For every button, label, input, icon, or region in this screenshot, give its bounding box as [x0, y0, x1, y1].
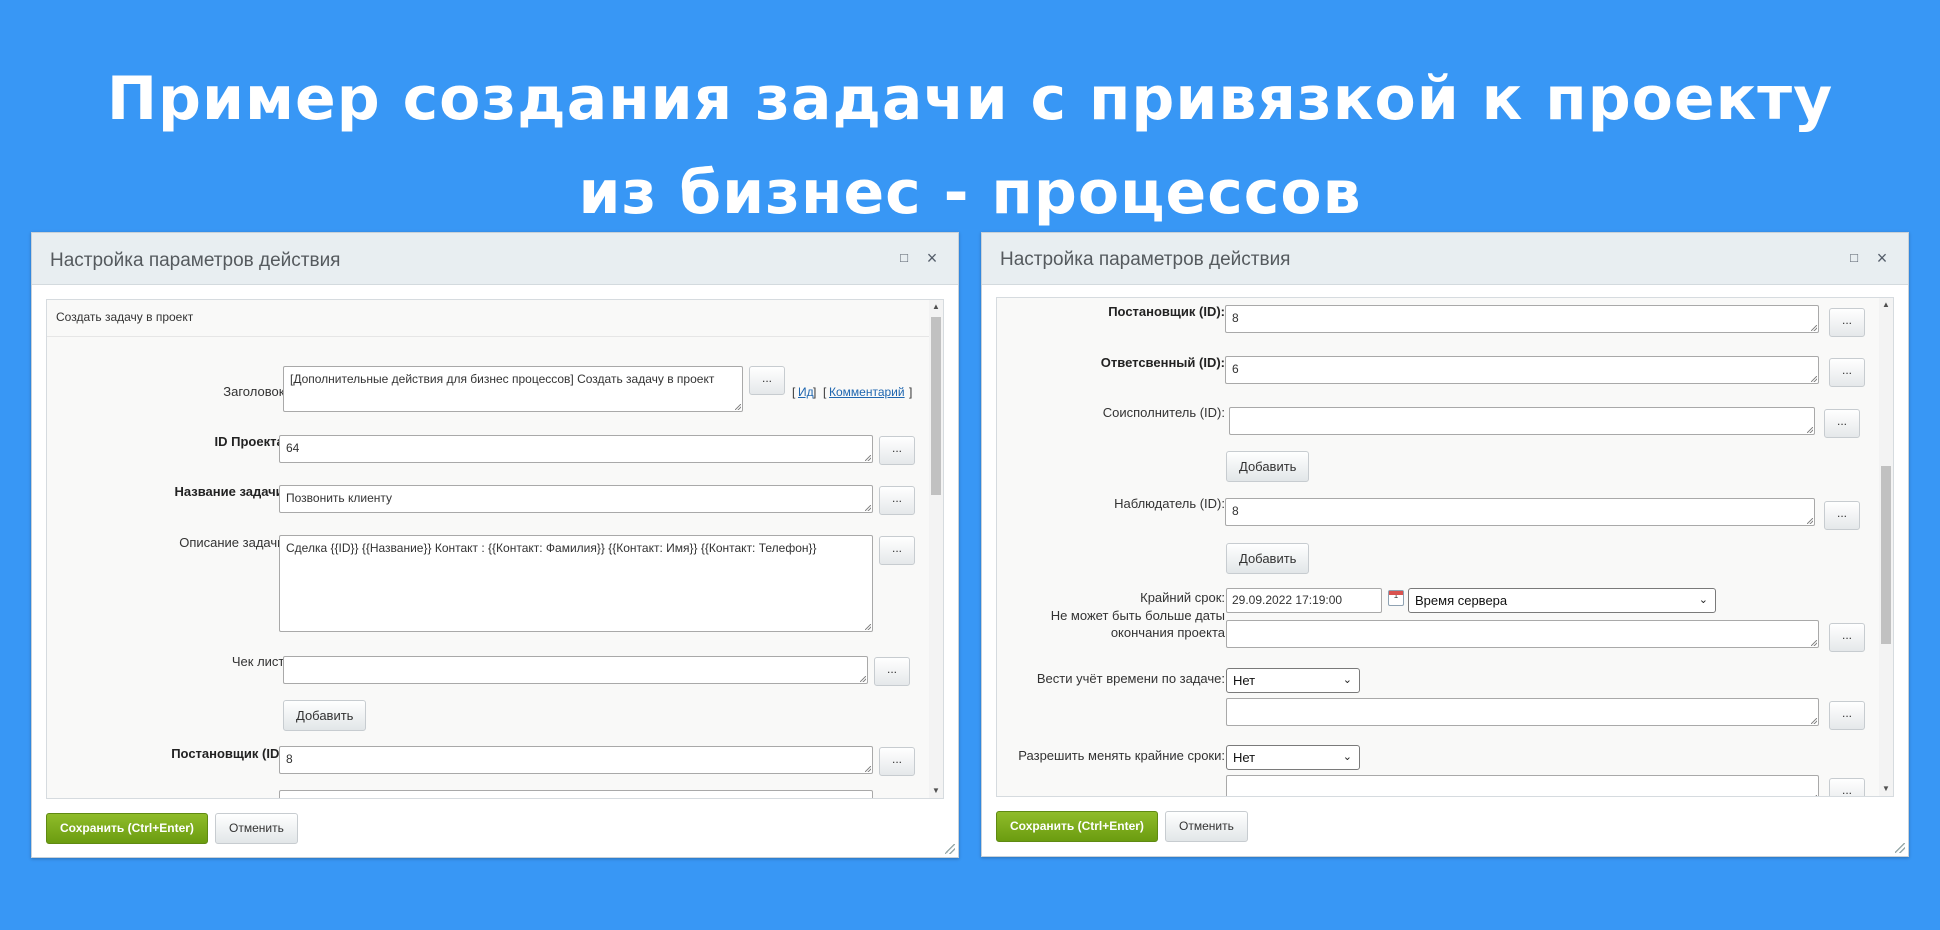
- bracket-open: [: [823, 385, 827, 399]
- chevron-down-icon: ⌄: [1342, 674, 1352, 686]
- dialog-footer: Сохранить (Ctrl+Enter) Отменить: [32, 799, 958, 857]
- timezone-select-value: Время сервера: [1415, 593, 1508, 608]
- checklist-insert-button[interactable]: ...: [874, 657, 910, 686]
- deadline-note-line-2: окончания проекта: [1110, 625, 1225, 640]
- scroll-up-icon[interactable]: ▲: [929, 300, 943, 314]
- time-tracking-insert-button[interactable]: ...: [1829, 701, 1865, 730]
- creator-field[interactable]: 8: [1225, 305, 1819, 333]
- banner-title-line-1: Пример создания задачи с привязкой к про…: [106, 64, 1834, 134]
- creator-insert-button[interactable]: ...: [879, 747, 915, 776]
- dialog-title: Настройка параметров действия: [50, 250, 341, 271]
- allow-change-deadline-expression-field[interactable]: [1226, 775, 1819, 796]
- deadline-date-field[interactable]: 29.09.2022 17:19:00: [1226, 588, 1382, 613]
- id-link[interactable]: Ид: [798, 385, 814, 399]
- deadline-label: Крайний срок:: [1140, 590, 1225, 605]
- coexecutor-insert-button[interactable]: ...: [1824, 409, 1860, 438]
- coexecutor-add-button[interactable]: Добавить: [1226, 451, 1310, 482]
- task-name-label: Название задачи:: [174, 484, 288, 499]
- responsible-insert-button[interactable]: ...: [1829, 358, 1865, 387]
- observer-insert-button[interactable]: ...: [1824, 501, 1860, 530]
- title-insert-button[interactable]: ...: [749, 366, 785, 395]
- cancel-button[interactable]: Отменить: [1165, 811, 1248, 842]
- dialog-footer: Сохранить (Ctrl+Enter) Отменить: [982, 799, 1908, 856]
- dialog-body: Создать задачу в проект Заголовок: [Допо…: [46, 299, 944, 799]
- creator-label: Постановщик (ID):: [1108, 304, 1225, 319]
- allow-change-deadline-select-value: Нет: [1233, 750, 1256, 765]
- section-title: Создать задачу в проект: [56, 310, 194, 324]
- cancel-button[interactable]: Отменить: [215, 813, 298, 844]
- chevron-down-icon: ⌄: [1698, 594, 1708, 606]
- allow-change-deadline-insert-button[interactable]: ...: [1829, 778, 1865, 796]
- title-label: Заголовок:: [223, 384, 288, 399]
- save-button[interactable]: Сохранить (Ctrl+Enter): [996, 811, 1158, 842]
- banner-title: Пример создания задачи с привязкой к про…: [0, 52, 1940, 240]
- allow-change-deadline-select[interactable]: Нет ⌄: [1226, 745, 1360, 770]
- description-insert-button[interactable]: ...: [879, 536, 915, 565]
- creator-insert-button[interactable]: ...: [1829, 308, 1865, 337]
- checklist-field[interactable]: [283, 656, 868, 684]
- time-tracking-select[interactable]: Нет ⌄: [1226, 668, 1360, 693]
- dialog-body: Постановщик (ID): 8 ... Ответсвенный (ID…: [996, 297, 1894, 797]
- bracket-close: ]: [813, 385, 817, 399]
- calendar-icon[interactable]: 1: [1388, 590, 1404, 606]
- close-icon[interactable]: ×: [1872, 247, 1892, 269]
- dialog-header: Настройка параметров действия □ ×: [32, 233, 958, 285]
- maximize-icon[interactable]: □: [1844, 247, 1864, 269]
- scroll-down-icon[interactable]: ▼: [1879, 782, 1893, 796]
- scroll-down-icon[interactable]: ▼: [929, 784, 943, 798]
- description-label: Описание задачи:: [179, 535, 288, 550]
- bracket-open: [: [792, 385, 796, 399]
- coexecutor-field[interactable]: [1229, 407, 1815, 435]
- timezone-select[interactable]: Время сервера ⌄: [1408, 588, 1716, 613]
- project-id-label: ID Проекта:: [214, 434, 289, 449]
- scroll-up-icon[interactable]: ▲: [1879, 298, 1893, 312]
- comment-link[interactable]: Комментарий: [829, 385, 905, 399]
- close-icon[interactable]: ×: [922, 247, 942, 269]
- project-id-field[interactable]: 64: [279, 435, 873, 463]
- observer-add-button[interactable]: Добавить: [1226, 543, 1310, 574]
- save-button[interactable]: Сохранить (Ctrl+Enter): [46, 813, 208, 844]
- task-name-insert-button[interactable]: ...: [879, 486, 915, 515]
- divider: [47, 336, 929, 337]
- responsible-label: Ответсвенный (ID):: [1100, 355, 1225, 370]
- bracket-close: ]: [909, 385, 913, 399]
- task-name-field[interactable]: Позвонить клиенту: [279, 485, 873, 513]
- checklist-label: Чек лист:: [231, 654, 288, 669]
- responsible-field-partial[interactable]: [279, 790, 873, 798]
- banner-title-line-2: из бизнес - процессов: [578, 158, 1362, 228]
- time-tracking-label: Вести учёт времени по задаче:: [1036, 671, 1225, 686]
- resize-grip-icon[interactable]: [945, 844, 955, 854]
- time-tracking-expression-field[interactable]: [1226, 698, 1819, 726]
- responsible-field[interactable]: 6: [1225, 356, 1819, 384]
- creator-field[interactable]: 8: [279, 746, 873, 774]
- dialog-title: Настройка параметров действия: [1000, 249, 1291, 270]
- chevron-down-icon: ⌄: [1342, 751, 1352, 763]
- observer-field[interactable]: 8: [1225, 498, 1815, 526]
- deadline-note-line-1: Не может быть больше даты: [1050, 608, 1225, 623]
- scrollbar[interactable]: ▲ ▼: [929, 300, 943, 798]
- action-settings-dialog-left: Настройка параметров действия □ × Создат…: [31, 232, 959, 858]
- allow-change-deadline-label: Разрешить менять крайние сроки:: [1018, 748, 1225, 763]
- checklist-add-button[interactable]: Добавить: [283, 700, 367, 731]
- action-settings-dialog-right: Настройка параметров действия □ × Постан…: [981, 232, 1909, 857]
- project-id-insert-button[interactable]: ...: [879, 436, 915, 465]
- creator-label: Постановщик (ID):: [171, 746, 288, 761]
- scroll-thumb[interactable]: [931, 317, 941, 495]
- deadline-insert-button[interactable]: ...: [1829, 623, 1865, 652]
- maximize-icon[interactable]: □: [894, 247, 914, 269]
- dialog-header: Настройка параметров действия □ ×: [982, 233, 1908, 285]
- coexecutor-label: Соисполнитель (ID):: [1102, 405, 1225, 420]
- title-field[interactable]: [Дополнительные действия для бизнес проц…: [283, 366, 743, 412]
- resize-grip-icon[interactable]: [1895, 843, 1905, 853]
- scrollbar[interactable]: ▲ ▼: [1879, 298, 1893, 796]
- scroll-thumb[interactable]: [1881, 466, 1891, 644]
- observer-label: Наблюдатель (ID):: [1114, 496, 1225, 511]
- deadline-expression-field[interactable]: [1226, 620, 1819, 648]
- time-tracking-select-value: Нет: [1233, 673, 1256, 688]
- description-field[interactable]: Сделка {{ID}} {{Название}} Контакт : {{К…: [279, 535, 873, 632]
